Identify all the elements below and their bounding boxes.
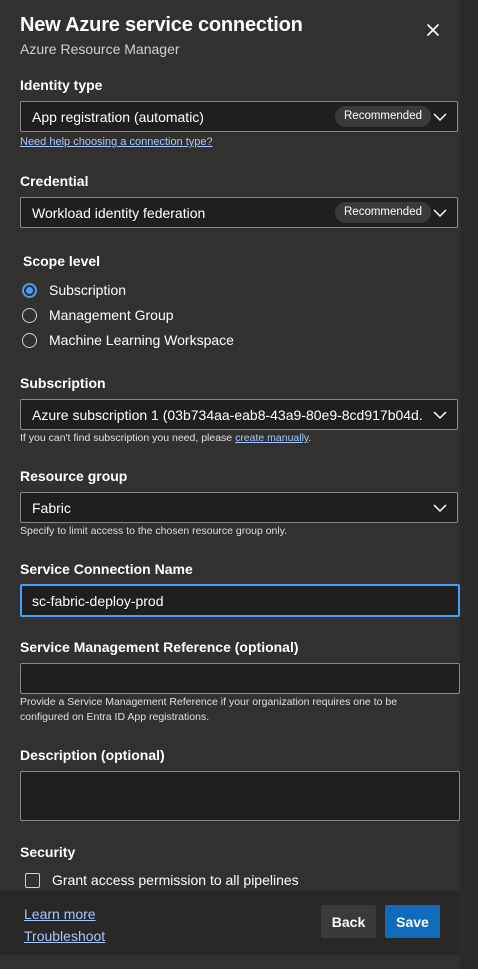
credential-dropdown[interactable]: Workload identity federation Recommended [20,197,458,228]
learn-more-link[interactable]: Learn more [24,906,96,922]
credential-value: Workload identity federation [32,205,206,221]
scope-level-label: Scope level [23,253,101,269]
chevron-down-icon [433,113,447,122]
grant-access-checkbox-row[interactable]: Grant access permission to all pipelines [25,870,299,890]
identity-type-value: App registration (automatic) [32,109,204,125]
service-management-reference-input[interactable] [20,663,460,694]
save-button[interactable]: Save [385,905,440,938]
resource-group-help: Specify to limit access to the chosen re… [20,525,288,537]
recommended-badge: Recommended [335,202,431,223]
chevron-down-icon [433,504,447,513]
radio-icon[interactable] [22,307,37,323]
chevron-down-icon [433,411,447,420]
back-button-label: Back [331,913,366,930]
scope-option-management-group[interactable]: Management Group [22,305,174,325]
identity-type-label: Identity type [20,77,103,93]
service-connection-name-value: sc-fabric-deploy-prod [32,593,164,609]
back-button[interactable]: Back [321,905,376,938]
description-textarea[interactable] [20,771,460,821]
identity-type-dropdown[interactable]: App registration (automatic) Recommended [20,101,458,132]
create-manually-link[interactable]: create manually [235,432,308,444]
scope-option-label: Machine Learning Workspace [49,332,234,348]
scrollbar-track[interactable] [460,0,478,969]
scope-option-label: Subscription [49,282,127,298]
radio-selected-icon[interactable] [22,282,37,298]
subscription-help-suffix: . [308,432,312,444]
security-label: Security [20,844,76,860]
radio-icon[interactable] [22,332,37,348]
resource-group-value: Fabric [32,500,71,516]
subscription-value: Azure subscription 1 (03b734aa-eab8-43a9… [32,407,424,423]
recommended-badge: Recommended [335,106,431,127]
connection-type-help-link[interactable]: Need help choosing a connection type? [20,136,213,148]
panel-title: New Azure service connection [20,14,303,36]
grant-access-checkbox[interactable] [25,872,40,888]
save-button-label: Save [396,913,429,930]
close-icon[interactable] [422,19,444,41]
service-management-reference-label: Service Management Reference (optional) [20,639,299,655]
resource-group-label: Resource group [20,468,128,484]
chevron-down-icon [433,209,447,218]
scope-option-ml-workspace[interactable]: Machine Learning Workspace [22,330,234,350]
service-management-reference-help-line2: configured on Entra ID App registrations… [20,711,210,723]
subscription-dropdown[interactable]: Azure subscription 1 (03b734aa-eab8-43a9… [20,399,458,430]
description-label: Description (optional) [20,747,165,763]
subscription-label: Subscription [20,375,106,391]
service-connection-name-input[interactable]: sc-fabric-deploy-prod [20,584,460,617]
subscription-help-text: If you can't find subscription you need,… [20,432,236,444]
service-management-reference-help-line1: Provide a Service Management Reference i… [20,696,398,708]
panel-subtitle: Azure Resource Manager [20,41,180,57]
credential-label: Credential [20,173,89,189]
grant-access-label: Grant access permission to all pipelines [52,872,299,888]
troubleshoot-link[interactable]: Troubleshoot [24,928,105,944]
scope-option-subscription[interactable]: Subscription [22,280,126,300]
resource-group-dropdown[interactable]: Fabric [20,492,458,523]
scope-option-label: Management Group [49,307,174,323]
service-connection-name-label: Service Connection Name [20,561,193,577]
